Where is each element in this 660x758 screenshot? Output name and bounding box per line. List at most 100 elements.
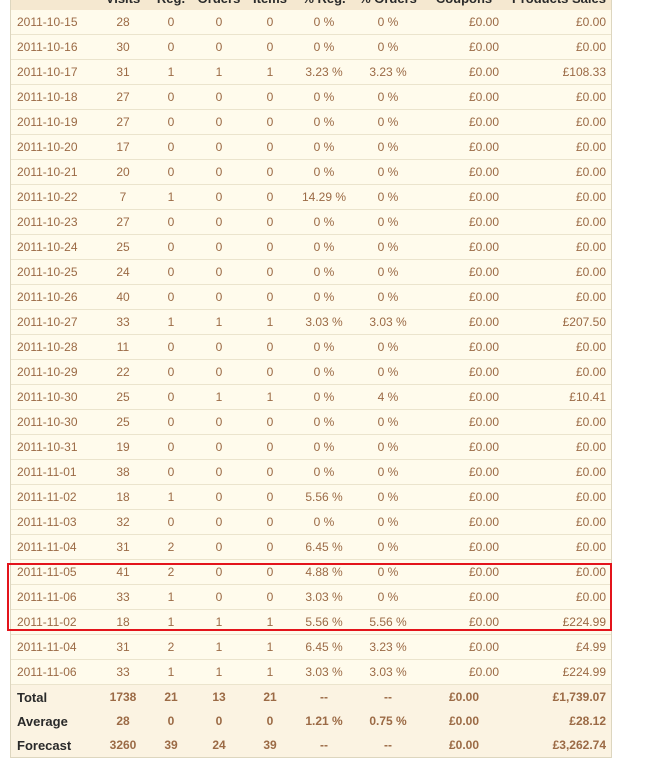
- coupons-cell: £0.00: [421, 634, 507, 660]
- visits-cell: 31: [95, 634, 151, 660]
- visits-cell: 33: [95, 584, 151, 610]
- coupons-cell: £0.00: [421, 84, 507, 110]
- items-cell: 0: [247, 34, 293, 60]
- pct-reg-cell: 3.03 %: [293, 584, 355, 610]
- visits-cell: 40: [95, 284, 151, 310]
- visits-cell: 31: [95, 59, 151, 85]
- orders-cell: 0: [191, 459, 247, 485]
- pct-orders-cell: 0 %: [355, 234, 421, 260]
- items-cell: 21: [247, 684, 293, 709]
- stats-table-container: 2011-10-15 28 0 0 0 0 % 0 % £0.00 £0.00 2011-10-1…: [10, 0, 612, 758]
- visits-cell: 20: [95, 159, 151, 185]
- coupons-cell: £0.00: [421, 609, 507, 635]
- pct-reg-cell: 14.29 %: [293, 184, 355, 210]
- pct-reg-cell: --: [293, 733, 355, 757]
- reg-cell: 1: [151, 309, 191, 335]
- date-cell: 2011-10-24: [11, 234, 95, 260]
- coupons-cell: £0.00: [421, 584, 507, 610]
- coupons-cell: £0.00: [421, 409, 507, 435]
- orders-cell: 1: [191, 59, 247, 85]
- date-cell: 2011-10-22: [11, 184, 95, 210]
- items-cell: 1: [247, 634, 293, 660]
- pct-reg-cell: 0 %: [293, 459, 355, 485]
- orders-cell: 0: [191, 209, 247, 235]
- visits-cell: 27: [95, 84, 151, 110]
- reg-cell: 0: [151, 259, 191, 285]
- table-row: 2011-10-20 17 0 0 0 0 % 0 % £0.00 £0.00: [11, 134, 611, 160]
- pct-reg-cell: 4.88 %: [293, 559, 355, 585]
- reg-cell: 0: [151, 334, 191, 360]
- pct-orders-cell: 0 %: [355, 534, 421, 560]
- items-cell: 0: [247, 434, 293, 460]
- reg-cell: 21: [151, 684, 191, 709]
- products-sales-cell: £0.00: [507, 334, 611, 360]
- orders-cell: 0: [191, 434, 247, 460]
- pct-orders-cell: 3.23 %: [355, 634, 421, 660]
- pct-orders-cell: 4 %: [355, 384, 421, 410]
- reg-cell: 1: [151, 484, 191, 510]
- products-sales-cell: £0.00: [507, 84, 611, 110]
- reg-cell: 0: [151, 209, 191, 235]
- summary-header: Visits Reg. Orders Items % Reg. % Orders…: [11, 0, 611, 10]
- reg-cell: 2: [151, 534, 191, 560]
- visits-cell: 33: [95, 659, 151, 685]
- coupons-cell: £0.00: [421, 184, 507, 210]
- products-sales-cell: £0.00: [507, 34, 611, 60]
- orders-cell: 0: [191, 134, 247, 160]
- table-row: 2011-10-25 24 0 0 0 0 % 0 % £0.00 £0.00: [11, 259, 611, 285]
- orders-cell: 24: [191, 733, 247, 757]
- pct-reg-cell: 0 %: [293, 359, 355, 385]
- pct-reg-cell: 1.21 %: [293, 709, 355, 733]
- orders-cell: 0: [191, 484, 247, 510]
- date-cell: 2011-11-04: [11, 634, 95, 660]
- products-sales-cell: £0.00: [507, 134, 611, 160]
- reg-cell: 0: [151, 434, 191, 460]
- date-cell: 2011-10-27: [11, 309, 95, 335]
- products-sales-cell: £0.00: [507, 234, 611, 260]
- pct-reg-cell: 0 %: [293, 409, 355, 435]
- date-cell: 2011-10-19: [11, 109, 95, 135]
- pct-orders-cell: 0 %: [355, 359, 421, 385]
- table-row: 2011-10-30 25 0 1 1 0 % 4 % £0.00 £10.41: [11, 384, 611, 410]
- date-cell: 2011-10-20: [11, 134, 95, 160]
- orders-cell: 0: [191, 84, 247, 110]
- orders-cell: 0: [191, 184, 247, 210]
- reg-cell: 2: [151, 634, 191, 660]
- products-sales-cell: £0.00: [507, 509, 611, 535]
- visits-cell: 33: [95, 309, 151, 335]
- date-cell: 2011-10-28: [11, 334, 95, 360]
- date-cell: 2011-10-25: [11, 259, 95, 285]
- date-cell: 2011-10-23: [11, 209, 95, 235]
- reg-cell: 1: [151, 609, 191, 635]
- items-cell: 0: [247, 334, 293, 360]
- items-cell: 0: [247, 10, 293, 35]
- pct-reg-cell: 0 %: [293, 109, 355, 135]
- products-sales-cell: £0.00: [507, 459, 611, 485]
- visits-cell: 38: [95, 459, 151, 485]
- orders-cell: 0: [191, 109, 247, 135]
- orders-cell: 0: [191, 709, 247, 733]
- pct-orders-cell: 0 %: [355, 84, 421, 110]
- coupons-cell: £0.00: [421, 459, 507, 485]
- visits-cell: 25: [95, 234, 151, 260]
- summary-row-total: Total 1738 21 13 21 -- -- £0.00 £1,739.07: [11, 684, 611, 709]
- orders-cell: 0: [191, 259, 247, 285]
- coupons-cell: £0.00: [421, 484, 507, 510]
- visits-cell: 31: [95, 534, 151, 560]
- reg-cell: 0: [151, 84, 191, 110]
- summary-row-forecast: Forecast 3260 39 24 39 -- -- £0.00 £3,262.74: [11, 733, 611, 757]
- visits-cell: 27: [95, 209, 151, 235]
- pct-orders-cell: --: [355, 733, 421, 757]
- reg-cell: 0: [151, 284, 191, 310]
- summary-header-row: Visits Reg. Orders Items % Reg. % Orders…: [11, 0, 611, 10]
- orders-cell: 0: [191, 559, 247, 585]
- table-row: 2011-10-18 27 0 0 0 0 % 0 % £0.00 £0.00: [11, 84, 611, 110]
- items-cell: 0: [247, 584, 293, 610]
- header-pct-orders: % Orders: [355, 0, 421, 10]
- coupons-cell: £0.00: [421, 259, 507, 285]
- table-row: 2011-11-06 33 1 1 1 3.03 % 3.03 % £0.00 £224.99: [11, 659, 611, 685]
- items-cell: 0: [247, 259, 293, 285]
- date-cell: 2011-10-29: [11, 359, 95, 385]
- orders-cell: 0: [191, 534, 247, 560]
- items-cell: 0: [247, 534, 293, 560]
